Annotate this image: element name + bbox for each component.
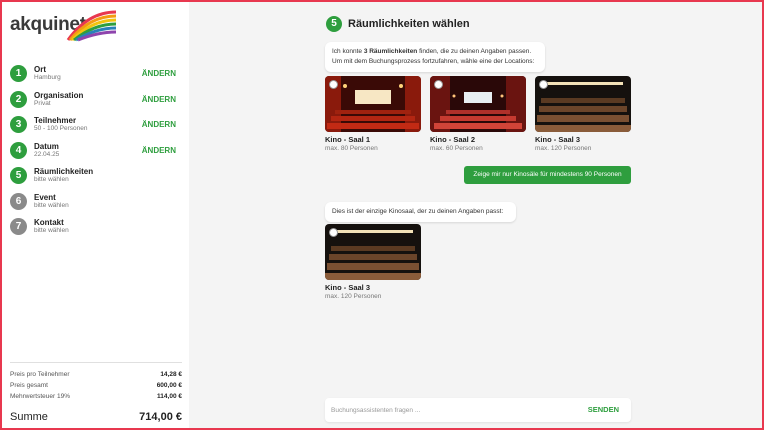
select-radio[interactable] (329, 228, 338, 237)
edit-organisation-button[interactable]: ÄNDERN (142, 95, 176, 104)
assistant-filter-message: Dies ist der einzige Kinosaal, der zu de… (325, 202, 516, 222)
step-raeumlichkeiten: 5 Räumlichkeiten bitte wählen (10, 166, 180, 192)
step-title: Organisation (34, 90, 84, 100)
step-value: 50 - 100 Personen (34, 125, 88, 132)
step-list: 1 Ort Hamburg ÄNDERN 2 Organisation Priv… (10, 64, 180, 243)
step-number: 5 (10, 167, 27, 184)
step-event: 6 Event bitte wählen (10, 192, 180, 218)
intro-text-line2: Um mit dem Buchungsprozess fortzufahren,… (332, 58, 535, 65)
step-title: Datum (34, 141, 59, 151)
assistant-message: Ich konnte 3 Räumlichkeiten finden, die … (325, 42, 545, 72)
edit-datum-button[interactable]: ÄNDERN (142, 146, 176, 155)
current-step-number: 5 (326, 16, 342, 32)
price-value: 600,00 € (156, 382, 182, 389)
step-number: 6 (10, 192, 27, 210)
send-button[interactable]: SENDEN (588, 405, 619, 414)
cinema-room-1-image (325, 76, 421, 132)
room-image[interactable] (430, 76, 526, 132)
step-number: 1 (10, 65, 27, 82)
intro-text-pre: Ich konnte (332, 48, 364, 55)
logo-swoosh-icon (66, 10, 117, 42)
price-per-person-row: Preis pro Teilnehmer 14,28 € (10, 371, 182, 382)
step-title: Teilnehmer (34, 116, 77, 125)
filtered-location-card-saal-3[interactable]: Kino - Saal 3 max. 120 Personen (325, 224, 421, 300)
card-capacity: max. 120 Personen (535, 145, 592, 152)
cinema-room-3-image (325, 224, 421, 280)
akquinet-logo: akquinet (10, 10, 120, 42)
card-title: Kino - Saal 2 (430, 135, 476, 144)
sum-value: 714,00 € (139, 411, 182, 423)
location-card-saal-2[interactable]: Kino - Saal 2 max. 60 Personen (430, 76, 526, 152)
step-title: Ort (34, 65, 46, 74)
edit-ort-button[interactable]: ÄNDERN (142, 69, 176, 78)
card-title: Kino - Saal 1 (325, 135, 371, 144)
intro-text-post: finden, die zu deinen Angaben passen. (417, 48, 532, 55)
edit-teilnehmer-button[interactable]: ÄNDERN (142, 120, 176, 129)
step-number: 3 (10, 116, 27, 133)
step-ort: 1 Ort Hamburg ÄNDERN (10, 64, 180, 90)
step-value: bitte wählen (34, 227, 69, 234)
select-radio[interactable] (329, 80, 338, 89)
step-datum: 4 Datum 22.04.25 ÄNDERN (10, 141, 180, 167)
card-capacity: max. 80 Personen (325, 145, 378, 152)
step-kontakt: 7 Kontakt bitte wählen (10, 217, 180, 243)
step-value: bitte wählen (34, 201, 69, 209)
filter-90-persons-button[interactable]: Zeige mir nur Kinosäle für mindestens 90… (464, 166, 631, 184)
card-title: Kino - Saal 3 (535, 135, 581, 144)
sum-label: Summe (10, 411, 48, 423)
page-title: Räumlichkeiten wählen (348, 18, 470, 30)
cinema-room-2-image (430, 76, 526, 132)
step-value: Privat (34, 99, 51, 107)
room-image[interactable] (325, 224, 421, 280)
intro-text-bold: 3 Räumlichkeiten (363, 48, 418, 55)
step-number: 7 (10, 218, 27, 235)
cinema-room-3-image (535, 76, 631, 132)
main-content: 5 Räumlichkeiten wählen Ich konnte 3 Räu… (189, 2, 762, 428)
card-capacity: max. 120 Personen (325, 293, 382, 300)
step-title: Kontakt (34, 218, 64, 227)
price-sum-row: Summe 714,00 € (10, 411, 182, 428)
sidebar: akquinet 1 Ort Hamburg ÄNDERN 2 Organisa… (2, 2, 189, 428)
select-radio[interactable] (434, 80, 443, 89)
step-value: 22.04.25 (34, 150, 60, 158)
price-label: Preis gesamt (10, 382, 48, 389)
room-image[interactable] (325, 76, 421, 132)
step-title: Event (34, 192, 56, 202)
step-number: 2 (10, 90, 27, 108)
step-value: bitte wählen (34, 176, 69, 183)
price-tax-row: Mehrwertsteuer 19% 114,00 € (10, 393, 182, 404)
location-card-saal-3[interactable]: Kino - Saal 3 max. 120 Personen (535, 76, 631, 152)
step-teilnehmer: 3 Teilnehmer 50 - 100 Personen ÄNDERN (10, 115, 180, 141)
step-title: Räumlichkeiten (34, 167, 94, 176)
step-number: 4 (10, 141, 27, 159)
card-capacity: max. 60 Personen (430, 145, 483, 152)
price-label: Mehrwertsteuer 19% (10, 393, 70, 400)
select-radio[interactable] (539, 80, 548, 89)
assistant-chat-input[interactable] (331, 402, 571, 418)
location-card-saal-1[interactable]: Kino - Saal 1 max. 80 Personen (325, 76, 421, 152)
price-value: 114,00 € (157, 393, 182, 400)
card-title: Kino - Saal 3 (325, 283, 371, 292)
step-value: Hamburg (34, 74, 61, 81)
chat-box: SENDEN (325, 398, 631, 422)
price-summary: Preis pro Teilnehmer 14,28 € Preis gesam… (10, 362, 182, 428)
app-frame: akquinet 1 Ort Hamburg ÄNDERN 2 Organisa… (2, 2, 762, 428)
price-label: Preis pro Teilnehmer (10, 371, 70, 378)
step-organisation: 2 Organisation Privat ÄNDERN (10, 90, 180, 116)
price-total-row: Preis gesamt 600,00 € (10, 382, 182, 393)
price-value: 14,28 € (160, 371, 182, 378)
room-image[interactable] (535, 76, 631, 132)
